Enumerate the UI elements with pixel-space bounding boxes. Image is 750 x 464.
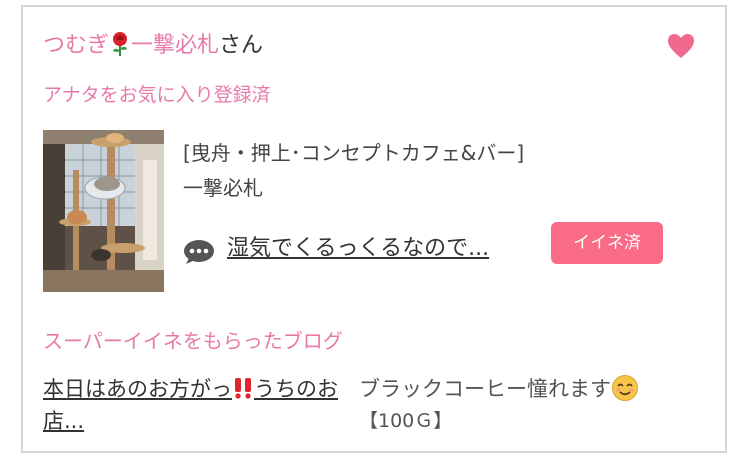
- super-like-card: つむぎ 一撃必札さん アナタをお気に入り登録済 [曳舟・押上･コンセプトカフェ&…: [21, 5, 727, 453]
- super-liked-blog-link[interactable]: 本日はあのお方がっ うちのお店...: [43, 373, 343, 437]
- user-name-rest[interactable]: 一撃必札: [131, 33, 219, 58]
- super-like-points: 【100Ｇ】: [359, 410, 453, 432]
- super-like-message: ブラックコーヒー憧れます: [359, 373, 639, 405]
- blog-title-part1: 本日はあのお方がっ: [43, 377, 232, 401]
- shop-name[interactable]: 一撃必札: [183, 174, 263, 202]
- cat-tower-photo: [43, 130, 164, 292]
- blog-post-link[interactable]: 湿気でくるっくるなので...: [227, 233, 489, 265]
- super-like-heading: スーパーイイネをもらったブログ: [43, 329, 343, 353]
- user-line[interactable]: つむぎ 一撃必札さん: [43, 31, 263, 61]
- liked-button[interactable]: イイネ済: [551, 222, 663, 264]
- shop-location-category[interactable]: [曳舟・押上･コンセプトカフェ&バー]: [183, 139, 524, 167]
- heart-icon[interactable]: [667, 33, 695, 59]
- comment-icon: [184, 240, 214, 264]
- smiling-face-icon: [612, 375, 638, 401]
- double-exclamation-icon: [235, 378, 251, 399]
- favorite-status: アナタをお気に入り登録済: [43, 84, 271, 106]
- honorific-suffix: さん: [219, 33, 264, 58]
- blog-thumbnail[interactable]: [43, 130, 164, 292]
- rose-icon: [113, 32, 128, 56]
- user-name[interactable]: つむぎ: [43, 33, 109, 58]
- message-text: ブラックコーヒー憧れます: [359, 377, 611, 401]
